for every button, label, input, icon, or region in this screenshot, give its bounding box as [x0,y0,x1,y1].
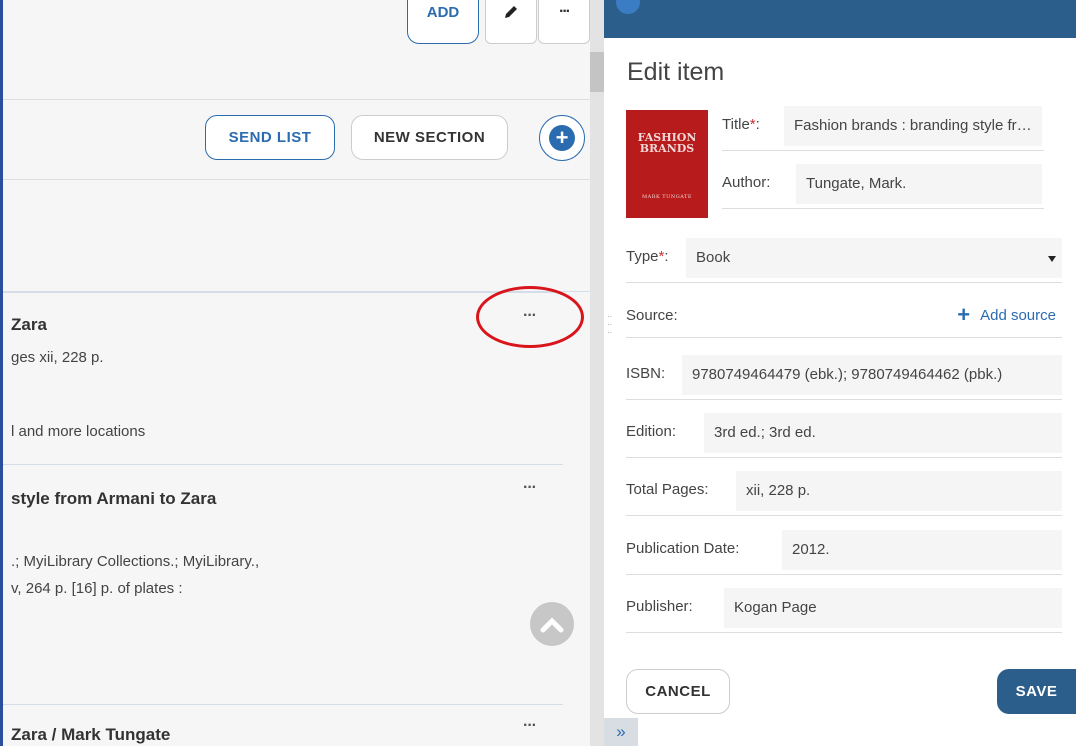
scroll-to-top-button[interactable] [530,602,574,646]
author-field-row: Author: Tungate, Mark. [722,161,1044,209]
panel-title: Edit item [627,58,725,86]
pencil-icon [505,6,517,18]
item-more-button[interactable]: ··· [523,717,537,735]
send-list-button[interactable]: SEND LIST [205,115,335,160]
isbn-input[interactable]: 9780749464479 (ebk.); 9780749464462 (pbk… [682,355,1062,395]
publication-date-input[interactable]: 2012. [782,530,1062,570]
edit-item-panel: Edit item FASHION BRANDS MARK TUNGATE Ti… [604,0,1076,746]
list-scrollbar[interactable] [590,0,604,746]
book-cover-image: FASHION BRANDS MARK TUNGATE [626,110,708,218]
caret-down-icon [1048,256,1056,262]
reading-list-panel: ADD ··· SEND LIST NEW SECTION + Zara ges… [0,0,590,746]
source-label: Source: [626,307,678,324]
item-title[interactable]: Zara / Mark Tungate [11,725,170,745]
isbn-field-row: ISBN: 9780749464479 (ebk.); 978074946446… [626,352,1062,400]
item-title[interactable]: style from Armani to Zara [11,489,216,509]
title-label: Title*: [722,116,760,133]
add-source-button[interactable]: + Add source [957,302,1056,328]
more-options-button[interactable]: ··· [538,0,590,44]
total-pages-field-row: Total Pages: xii, 228 p. [626,468,1062,516]
item-more-button[interactable]: ··· [523,479,537,497]
plus-icon: + [957,302,971,327]
cover-title-line2: BRANDS [639,142,695,155]
author-label: Author: [722,174,771,191]
new-section-button[interactable]: NEW SECTION [351,115,508,160]
publisher-label: Publisher: [626,598,693,615]
type-selected-value: Book [696,249,731,266]
item-pages: v, 264 p. [16] p. of plates : [11,580,183,597]
edition-label: Edition: [626,423,677,440]
type-label: Type*: [626,248,669,265]
section-header [3,180,590,292]
add-button[interactable]: ADD [407,0,479,44]
add-section-button[interactable]: + [539,115,585,161]
top-toolbar: ADD ··· [3,0,590,100]
chevron-up-icon [540,617,564,633]
isbn-label: ISBN: [626,365,666,382]
plus-icon: + [549,125,575,151]
list-item[interactable]: style from Armani to Zara .; MyiLibrary … [3,464,563,704]
total-pages-input[interactable]: xii, 228 p. [736,471,1062,511]
close-panel-button[interactable] [616,0,640,14]
cancel-button[interactable]: CANCEL [626,669,730,714]
publisher-input[interactable]: Kogan Page [724,588,1062,628]
drag-handle-icon[interactable]: ∙∙ ∙∙ ∙∙ [607,312,617,348]
author-input[interactable]: Tungate, Mark. [796,164,1042,204]
section-toolbar: SEND LIST NEW SECTION + [3,100,590,180]
edition-field-row: Edition: 3rd ed.; 3rd ed. [626,410,1062,458]
add-source-label: Add source [980,307,1056,324]
item-locations[interactable]: l and more locations [11,423,145,440]
source-field-row: Source: + Add source [626,290,1062,338]
highlight-annotation-circle [476,286,584,348]
cover-author: MARK TUNGATE [641,194,693,200]
publication-date-label: Publication Date: [626,540,740,557]
more-dots-icon: ··· [559,3,571,20]
edition-input[interactable]: 3rd ed.; 3rd ed. [704,413,1062,453]
scrollbar-thumb[interactable] [590,52,604,92]
item-pages: ges xii, 228 p. [11,349,104,366]
item-collections: .; MyiLibrary Collections.; MyiLibrary., [11,553,260,570]
type-select[interactable]: Book [686,238,1062,278]
total-pages-label: Total Pages: [626,481,709,498]
title-field-row: Title*: Fashion brands : branding style … [722,103,1044,151]
publisher-field-row: Publisher: Kogan Page [626,585,1062,633]
edit-button[interactable] [485,0,537,44]
item-title[interactable]: Zara [11,315,47,335]
list-item[interactable]: Zara / Mark Tungate ··· [3,704,563,746]
publication-date-field-row: Publication Date: 2012. [626,527,1062,575]
expand-panel-button[interactable]: » [604,718,638,746]
save-button[interactable]: SAVE [997,669,1076,714]
panel-header-bar [604,0,1076,38]
title-input[interactable]: Fashion brands : branding style from Arm… [784,106,1042,146]
type-field-row: Type*: Book [626,235,1062,283]
